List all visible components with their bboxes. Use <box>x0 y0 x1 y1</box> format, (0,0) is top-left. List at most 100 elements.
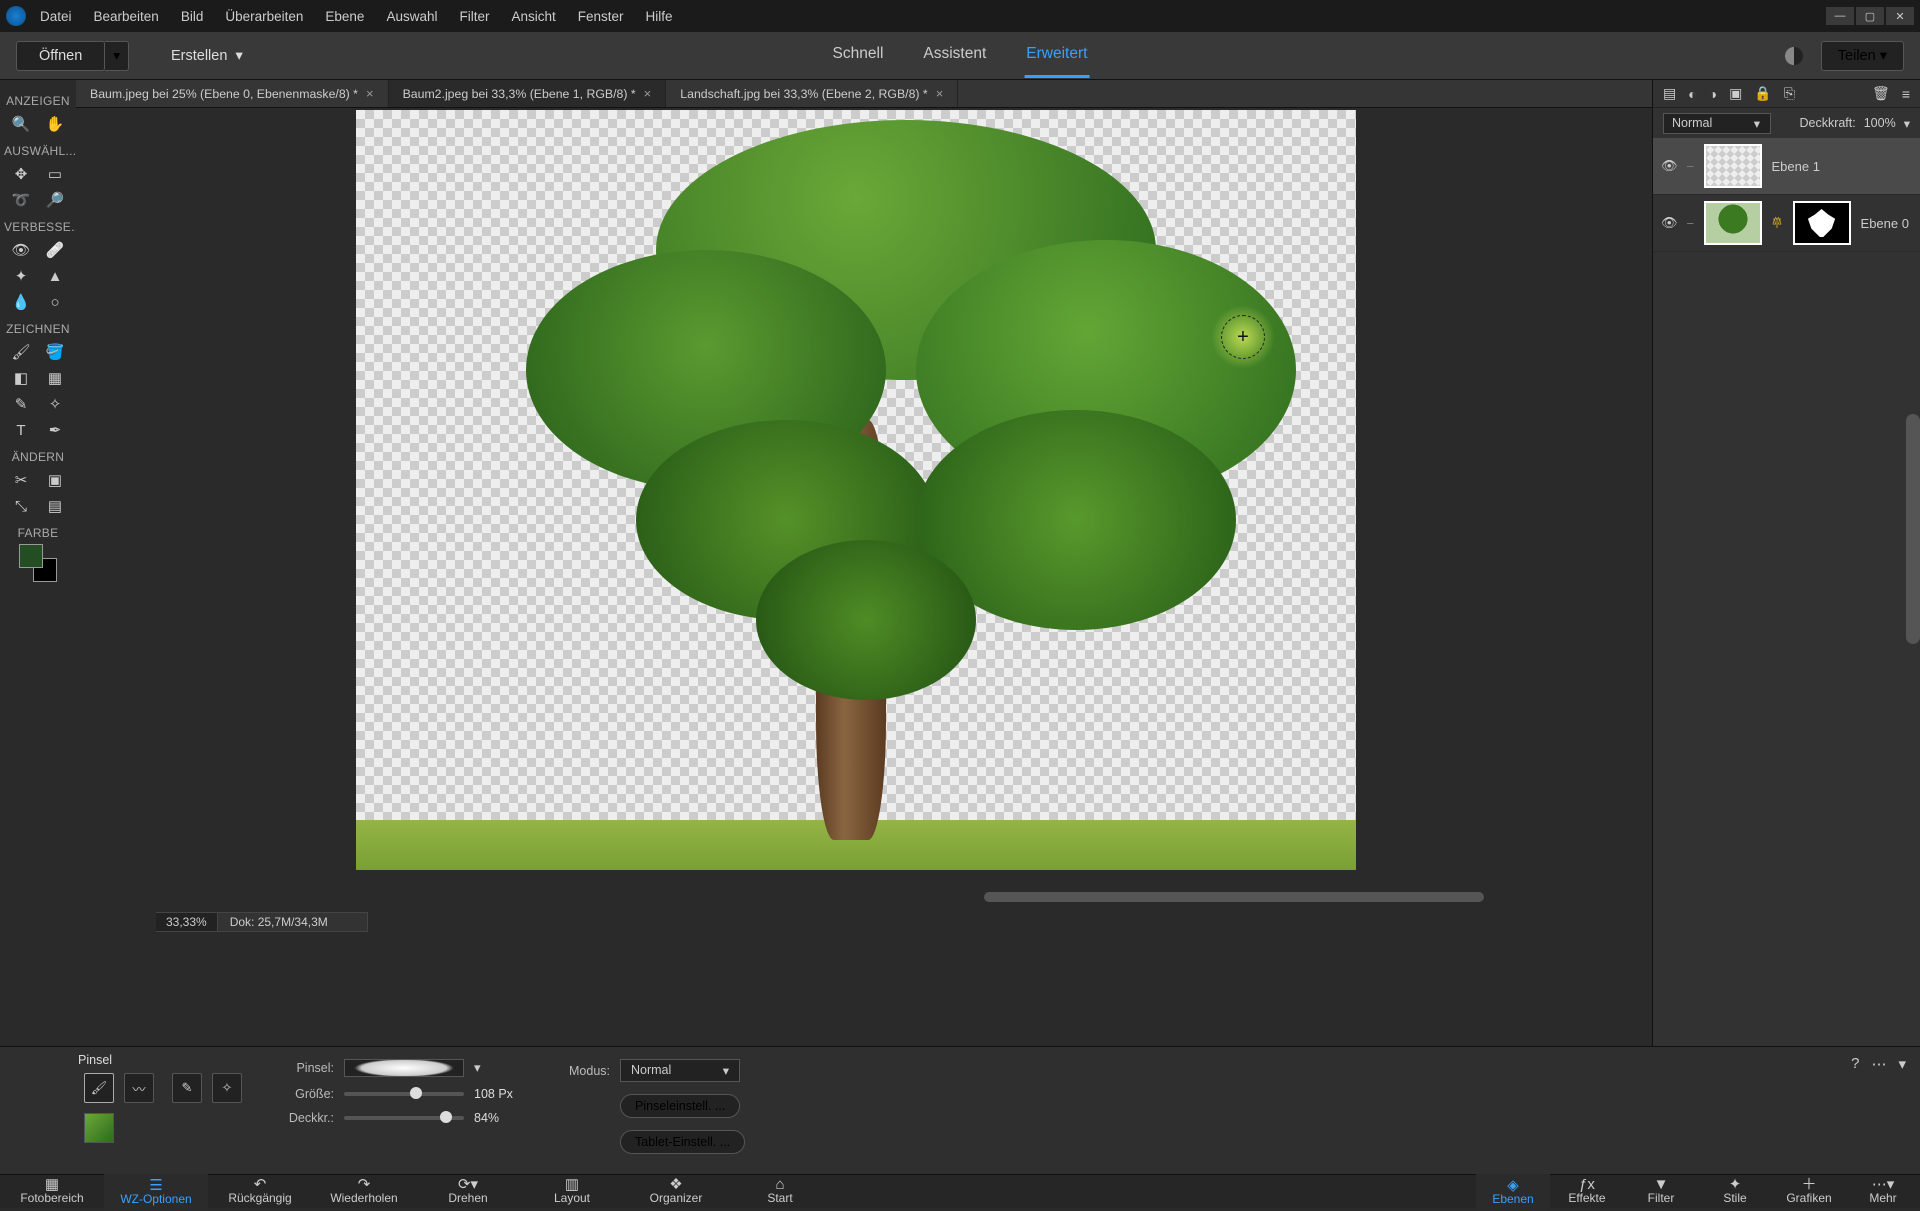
layout-button[interactable]: ▥Layout <box>520 1173 624 1209</box>
brush-settings-button[interactable]: Pinseleinstell. ... <box>620 1094 740 1118</box>
pen-tool-icon[interactable]: ✒ <box>43 418 67 442</box>
document-tab[interactable]: Baum.jpeg bei 25% (Ebene 0, Ebenenmaske/… <box>76 80 389 107</box>
opacity-value[interactable]: 84% <box>474 1111 526 1125</box>
mode-expert[interactable]: Erweitert <box>1024 33 1089 78</box>
move-tool-icon[interactable]: ✥ <box>9 162 33 186</box>
theme-toggle-icon[interactable] <box>1785 47 1803 65</box>
healing-tool-icon[interactable]: 🩹 <box>43 238 67 262</box>
shape-tool-icon[interactable]: ✧ <box>43 392 67 416</box>
crop-tool-icon[interactable]: ✂ <box>9 468 33 492</box>
blend-mode-dropdown[interactable]: Normal▾ <box>1663 113 1771 134</box>
layer-thumbnail[interactable] <box>1704 144 1762 188</box>
document-tab[interactable]: Landschaft.jpg bei 33,3% (Ebene 2, RGB/8… <box>666 80 958 107</box>
brush-tool-icon[interactable]: 🖌 <box>9 340 33 364</box>
size-value[interactable]: 108 Px <box>474 1087 526 1101</box>
organizer-button[interactable]: ❖Organizer <box>624 1173 728 1209</box>
opacity-slider[interactable] <box>344 1116 464 1120</box>
link-slot-icon[interactable]: ⎯ <box>1687 158 1694 174</box>
chevron-down-icon[interactable]: ▾ <box>1904 116 1910 131</box>
close-tab-icon[interactable]: × <box>366 86 374 101</box>
brush-preview[interactable] <box>344 1059 464 1077</box>
pattern-brush-icon[interactable]: ✧ <box>212 1073 242 1103</box>
menu-auswahl[interactable]: Auswahl <box>386 9 437 24</box>
chevron-down-icon[interactable]: ▾ <box>474 1060 481 1076</box>
fotobereich-button[interactable]: ▦Fotobereich <box>0 1173 104 1209</box>
undo-button[interactable]: ↶Rückgängig <box>208 1173 312 1209</box>
close-tab-icon[interactable]: × <box>644 86 652 101</box>
collapse-icon[interactable]: ▾ <box>1898 1055 1906 1073</box>
lasso-tool-icon[interactable]: ➰ <box>9 188 33 212</box>
zoom-readout[interactable]: 33,33% <box>156 912 218 932</box>
bucket-tool-icon[interactable]: 🪣 <box>43 340 67 364</box>
document-tab[interactable]: Baum2.jpeg bei 33,3% (Ebene 1, RGB/8) *× <box>389 80 667 107</box>
close-button[interactable]: ✕ <box>1886 7 1914 25</box>
straighten-tool-icon[interactable]: ⤡ <box>9 494 33 518</box>
gradient-tool-icon[interactable]: ▦ <box>43 366 67 390</box>
hand-tool-icon[interactable]: ✋ <box>43 112 67 136</box>
menu-ansicht[interactable]: Ansicht <box>511 9 555 24</box>
new-layer-icon[interactable]: ▤ <box>1663 85 1676 102</box>
stamp-tool-icon[interactable]: ▲ <box>43 264 67 288</box>
effekte-button[interactable]: ƒxEffekte <box>1550 1173 1624 1209</box>
foreground-color-swatch[interactable] <box>19 544 43 568</box>
link-icon[interactable]: ⎘ <box>1784 85 1795 102</box>
mask-icon[interactable]: ▣ <box>1729 85 1742 102</box>
marquee-tool-icon[interactable]: ▭ <box>43 162 67 186</box>
redo-button[interactable]: ↷Wiederholen <box>312 1173 416 1209</box>
lock-icon[interactable]: 🔒 <box>1754 85 1771 102</box>
layer-fx-icon[interactable]: ◐ <box>1688 86 1696 102</box>
maximize-button[interactable]: ▢ <box>1856 7 1884 25</box>
mehr-button[interactable]: ⋯▾Mehr <box>1846 1173 1920 1209</box>
visibility-icon[interactable]: 👁 <box>1661 215 1677 231</box>
quick-select-tool-icon[interactable]: 🔎 <box>43 188 67 212</box>
content-tool-icon[interactable]: ▤ <box>43 494 67 518</box>
eraser-tool-icon[interactable]: ◧ <box>9 366 33 390</box>
size-slider[interactable] <box>344 1092 464 1096</box>
text-tool-icon[interactable]: T <box>9 418 33 442</box>
help-icon[interactable]: ? <box>1851 1055 1859 1073</box>
horizontal-scrollbar[interactable] <box>984 892 1484 902</box>
share-button[interactable]: Teilen ▾ <box>1821 41 1904 71</box>
impressionist-brush-icon[interactable]: 〰 <box>124 1073 154 1103</box>
layer-name[interactable]: Ebene 1 <box>1772 159 1820 174</box>
options-menu-icon[interactable]: ⋯ <box>1871 1055 1886 1073</box>
mask-link-icon[interactable]: 𐄷 <box>1772 214 1783 232</box>
grafiken-button[interactable]: ＋Grafiken <box>1772 1173 1846 1209</box>
canvas[interactable]: + <box>356 110 1356 870</box>
layer-thumbnail[interactable] <box>1704 201 1762 245</box>
wz-optionen-button[interactable]: ☰WZ-Optionen <box>104 1172 208 1210</box>
tablet-settings-button[interactable]: Tablet-Einstell. ... <box>620 1130 745 1154</box>
mode-dropdown[interactable]: Normal▾ <box>620 1059 740 1082</box>
ebenen-button[interactable]: ◈Ebenen <box>1476 1172 1550 1210</box>
layer-item[interactable]: 👁 ⎯ Ebene 1 <box>1653 138 1920 195</box>
brush-color-swatch-icon[interactable] <box>84 1113 114 1143</box>
layer-item[interactable]: 👁 ⎯ 𐄷 Ebene 0 <box>1653 195 1920 252</box>
mode-assist[interactable]: Assistent <box>921 33 988 78</box>
create-button[interactable]: Erstellen ▾ <box>155 42 259 70</box>
opacity-value[interactable]: 100% <box>1864 116 1896 130</box>
filter-button[interactable]: ▼Filter <box>1624 1173 1698 1209</box>
brush-variant-icon[interactable]: 🖌 <box>84 1073 114 1103</box>
menu-fenster[interactable]: Fenster <box>578 9 624 24</box>
visibility-icon[interactable]: 👁 <box>1661 158 1677 174</box>
redeye-tool-icon[interactable]: 👁 <box>9 238 33 262</box>
mode-quick[interactable]: Schnell <box>831 33 886 78</box>
link-slot-icon[interactable]: ⎯ <box>1687 215 1694 231</box>
panel-menu-icon[interactable]: ≡ <box>1902 86 1910 102</box>
sponge-tool-icon[interactable]: ○ <box>43 290 67 314</box>
blur-tool-icon[interactable]: 💧 <box>9 290 33 314</box>
pencil-tool-icon[interactable]: ✎ <box>9 392 33 416</box>
layer-mask-thumbnail[interactable] <box>1793 201 1851 245</box>
menu-bearbeiten[interactable]: Bearbeiten <box>94 9 159 24</box>
open-button-caret[interactable]: ▾ <box>105 41 129 71</box>
menu-datei[interactable]: Datei <box>40 9 72 24</box>
menu-ebene[interactable]: Ebene <box>325 9 364 24</box>
recompose-tool-icon[interactable]: ▣ <box>43 468 67 492</box>
close-tab-icon[interactable]: × <box>936 86 944 101</box>
start-button[interactable]: ⌂Start <box>728 1173 832 1209</box>
trash-icon[interactable]: 🗑 <box>1872 85 1890 102</box>
clone-tool-icon[interactable]: ✦ <box>9 264 33 288</box>
menu-bild[interactable]: Bild <box>181 9 204 24</box>
layer-name[interactable]: Ebene 0 <box>1861 216 1909 231</box>
minimize-button[interactable]: — <box>1826 7 1854 25</box>
